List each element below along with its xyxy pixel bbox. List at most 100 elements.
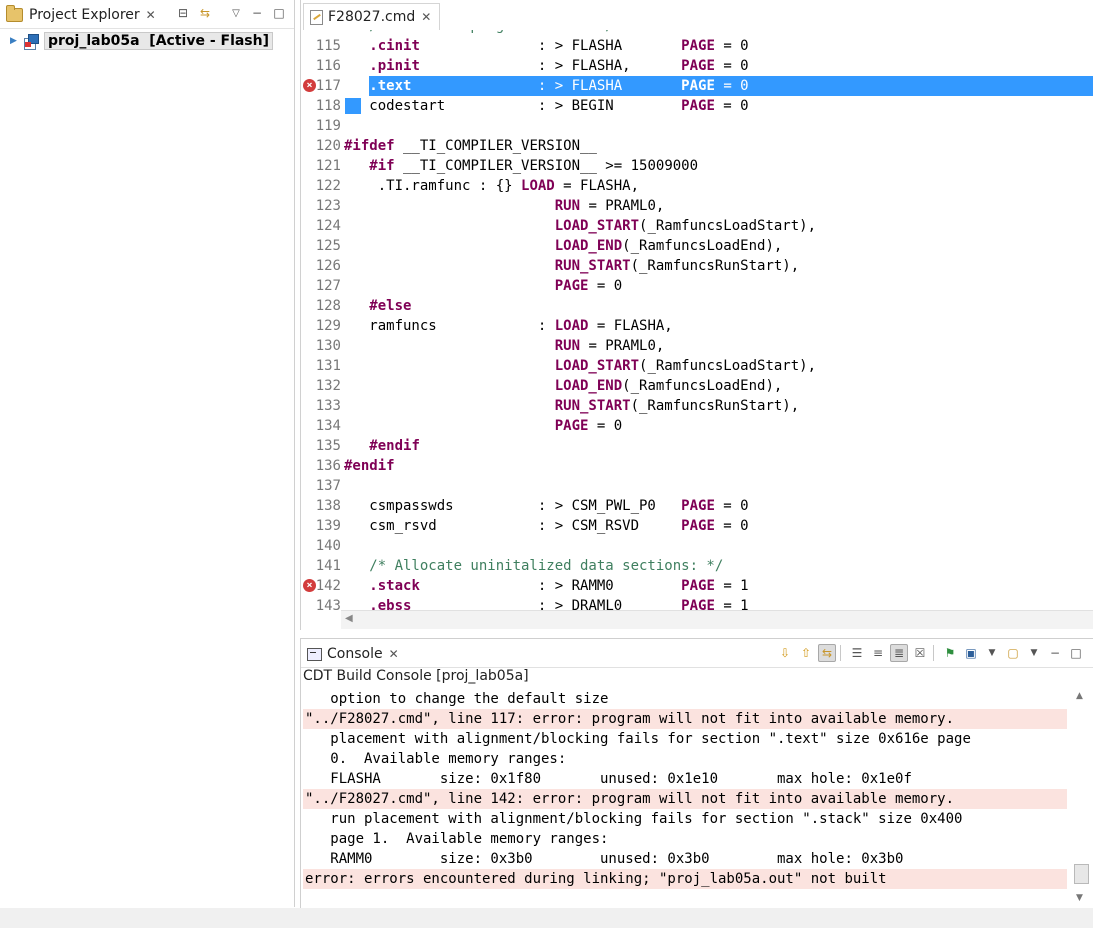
maximize-icon[interactable]: □ — [271, 5, 287, 21]
code-line[interactable]: 115 .cinit : > FLASHA PAGE = 0 — [301, 36, 1093, 56]
line-number: 127 — [315, 278, 341, 294]
line-text: RUN_START(_RamfuncsRunStart), — [554, 398, 800, 414]
close-icon[interactable]: ✕ — [389, 647, 399, 661]
console-error-line[interactable]: "../F28027.cmd", line 117: error: progra… — [303, 709, 1067, 729]
line-text: csmpasswds : > CSM_PWL_P0 PAGE = 0 — [344, 498, 749, 514]
editor-tabbar: F28027.cmd ✕ — [301, 0, 1093, 30]
code-line[interactable]: 143 .ebss : > DRAML0 PAGE = 1 — [301, 596, 1093, 610]
line-number: 117 — [315, 78, 341, 94]
code-line[interactable]: 141 /* Allocate uninitalized data sectio… — [301, 556, 1093, 576]
code-line[interactable]: 140 — [301, 536, 1093, 556]
minimize-icon[interactable]: − — [1046, 644, 1064, 662]
tab-console[interactable]: Console ✕ — [303, 641, 403, 667]
display-console-icon[interactable]: ▣ — [962, 644, 980, 662]
line-text: #ifdef __TI_COMPILER_VERSION__ — [344, 138, 597, 154]
console-line: 0. Available memory ranges: — [305, 751, 567, 767]
code-line[interactable]: 126 RUN_START(_RamfuncsRunStart), — [301, 256, 1093, 276]
console-tab-label: Console — [327, 646, 383, 662]
line-number: 142 — [315, 578, 341, 594]
editor-tab-label: F28027.cmd — [328, 9, 416, 25]
code-editor[interactable]: 114 /* Allocate program areas: */115 .ci… — [301, 30, 1093, 610]
status-strip — [0, 908, 1093, 928]
line-number: 139 — [315, 518, 341, 534]
display-console-dropdown-icon[interactable]: ▼ — [983, 644, 1001, 662]
tab-project-explorer[interactable]: Project Explorer ✕ — [6, 3, 156, 27]
folder-icon — [6, 5, 23, 22]
open-console-icon[interactable]: ▢ — [1004, 644, 1022, 662]
line-number: 129 — [315, 318, 341, 334]
line-text: .pinit : > FLASHA, PAGE = 0 — [369, 58, 749, 74]
link-icon[interactable]: ⇆ — [818, 644, 836, 662]
code-line[interactable]: 135 #endif — [301, 436, 1093, 456]
code-line[interactable]: 134 PAGE = 0 — [301, 416, 1093, 436]
line-text: .cinit : > FLASHA PAGE = 0 — [369, 38, 749, 54]
pin-console-icon[interactable]: ⚑ — [941, 644, 959, 662]
project-explorer-tabbar: Project Explorer ✕ ⊟ ⇆ ▽ − □ — [0, 0, 294, 29]
code-line[interactable]: 116 .pinit : > FLASHA, PAGE = 0 — [301, 56, 1093, 76]
scroll-down-icon[interactable]: ▼ — [1076, 893, 1083, 903]
line-number: 138 — [315, 498, 341, 514]
line-text: #else — [369, 298, 412, 314]
code-line[interactable]: × 142 .stack : > RAMM0 PAGE = 1 — [301, 576, 1093, 596]
line-text: .ebss : > DRAML0 PAGE = 1 — [369, 598, 749, 610]
remove-icon[interactable]: ☒ — [911, 644, 929, 662]
line-text: .stack : > RAMM0 PAGE = 1 — [369, 578, 749, 594]
collapse-all-icon[interactable]: ⊟ — [175, 5, 191, 21]
console-output[interactable]: option to change the default size "../F28… — [303, 689, 1067, 889]
code-line[interactable]: 125 LOAD_END(_RamfuncsLoadEnd), — [301, 236, 1093, 256]
code-line[interactable]: 130 RUN = PRAML0, — [301, 336, 1093, 356]
code-line[interactable]: 121 #if __TI_COMPILER_VERSION__ >= 15009… — [301, 156, 1093, 176]
scroll-left-icon[interactable]: ◀ — [345, 613, 353, 624]
line-text: RUN = PRAML0, — [554, 198, 665, 214]
code-line[interactable]: 124 LOAD_START(_RamfuncsLoadStart), — [301, 216, 1093, 236]
code-line[interactable]: 137 — [301, 476, 1093, 496]
code-line[interactable]: 119 — [301, 116, 1093, 136]
tab-f28027-cmd[interactable]: F28027.cmd ✕ — [303, 3, 441, 30]
previous-error-icon[interactable]: ⇧ — [797, 644, 815, 662]
line-number: 125 — [315, 238, 341, 254]
line-text: RUN = PRAML0, — [554, 338, 665, 354]
toolbar-separator — [933, 645, 934, 661]
line-text: LOAD_END(_RamfuncsLoadEnd), — [554, 238, 783, 254]
scroll-up-icon[interactable]: ▲ — [1076, 691, 1083, 701]
close-icon[interactable]: ✕ — [421, 10, 431, 24]
horizontal-scrollbar[interactable]: ◀ — [341, 610, 1093, 629]
code-line[interactable]: 118 codestart : > BEGIN PAGE = 0 — [301, 96, 1093, 116]
console-panel: Console ✕ ⇩ ⇧ ⇆ ☰ ≡ ≣ ☒ ⚑ ▣ ▼ ▢ ▼ − □ CD… — [300, 638, 1093, 910]
code-line[interactable]: × 117 .text : > FLASHA PAGE = 0 — [301, 76, 1093, 96]
project-name: proj_lab05a — [48, 33, 140, 49]
code-line[interactable]: 127 PAGE = 0 — [301, 276, 1093, 296]
code-line[interactable]: 132 LOAD_END(_RamfuncsLoadEnd), — [301, 376, 1093, 396]
line-number: 141 — [315, 558, 341, 574]
minimize-icon[interactable]: − — [249, 5, 265, 21]
code-line[interactable]: 136 #endif — [301, 456, 1093, 476]
console-error-line[interactable]: error: errors encountered during linking… — [303, 869, 1067, 889]
open-console-dropdown-icon[interactable]: ▼ — [1025, 644, 1043, 662]
next-error-icon[interactable]: ⇩ — [776, 644, 794, 662]
code-line[interactable]: 129 ramfuncs : LOAD = FLASHA, — [301, 316, 1093, 336]
code-line[interactable]: 123 RUN = PRAML0, — [301, 196, 1093, 216]
word-wrap-icon[interactable]: ≣ — [890, 644, 908, 662]
project-explorer-panel: Project Explorer ✕ ⊟ ⇆ ▽ − □ ▶ proj_lab0… — [0, 0, 295, 907]
code-line[interactable]: 122 .TI.ramfunc : {} LOAD = FLASHA, — [301, 176, 1093, 196]
clear-icon[interactable]: ☰ — [848, 644, 866, 662]
line-text: LOAD_START(_RamfuncsLoadStart), — [554, 218, 817, 234]
view-menu-icon[interactable]: ▽ — [228, 5, 244, 21]
console-line: RAMM0 size: 0x3b0 unused: 0x3b0 max hole… — [305, 851, 904, 867]
code-line[interactable]: 120 #ifdef __TI_COMPILER_VERSION__ — [301, 136, 1093, 156]
maximize-icon[interactable]: □ — [1067, 644, 1085, 662]
scroll-thumb[interactable] — [1074, 864, 1089, 884]
tree-item-project[interactable]: ▶ proj_lab05a [Active - Flash] — [0, 30, 294, 52]
code-line[interactable]: 139 csm_rsvd : > CSM_RSVD PAGE = 0 — [301, 516, 1093, 536]
code-line[interactable]: 131 LOAD_START(_RamfuncsLoadStart), — [301, 356, 1093, 376]
vertical-scrollbar[interactable]: ▲ ▼ — [1073, 689, 1089, 907]
close-icon[interactable]: ✕ — [146, 8, 156, 22]
expand-icon[interactable]: ▶ — [10, 36, 22, 46]
scroll-lock-icon[interactable]: ≡ — [869, 644, 887, 662]
code-line[interactable]: 133 RUN_START(_RamfuncsRunStart), — [301, 396, 1093, 416]
code-line[interactable]: 138 csmpasswds : > CSM_PWL_P0 PAGE = 0 — [301, 496, 1093, 516]
code-line[interactable]: 128 #else — [301, 296, 1093, 316]
editor-panel: F28027.cmd ✕ 114 /* Allocate program are… — [300, 0, 1093, 630]
console-error-line[interactable]: "../F28027.cmd", line 142: error: progra… — [303, 789, 1067, 809]
link-with-editor-icon[interactable]: ⇆ — [197, 5, 213, 21]
